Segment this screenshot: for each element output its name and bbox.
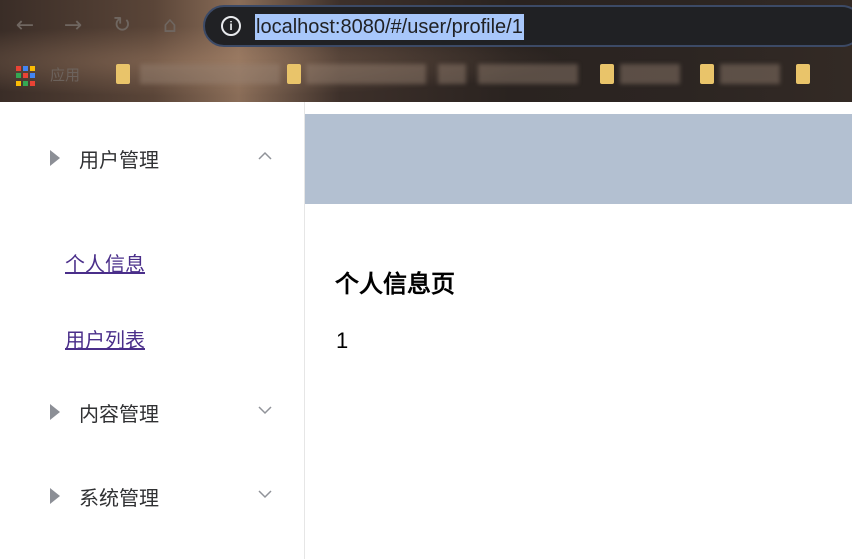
- menu-user-management[interactable]: 用户管理: [0, 130, 304, 186]
- bookmark-item[interactable]: [620, 64, 680, 84]
- main-header: [305, 114, 852, 204]
- bookmark-item[interactable]: [306, 64, 426, 84]
- apps-label[interactable]: 应用: [50, 64, 80, 85]
- menu-system-management[interactable]: 系统管理: [0, 468, 304, 524]
- chevron-down-icon: [258, 490, 272, 499]
- bookmark-item[interactable]: [478, 64, 578, 84]
- menu-label: 用户管理: [79, 148, 159, 172]
- bookmark-item[interactable]: [438, 64, 466, 84]
- chevron-down-icon: [258, 406, 272, 415]
- profile-id-value: 1: [336, 328, 349, 353]
- submenu-user-list[interactable]: 用户列表: [65, 324, 145, 353]
- bookmark-folder-icon[interactable]: [700, 64, 714, 84]
- bookmark-item[interactable]: [720, 64, 780, 84]
- bookmarks-bar: 应用: [0, 58, 852, 94]
- page-title: 个人信息页: [335, 270, 455, 298]
- home-icon[interactable]: ⌂: [156, 12, 184, 40]
- sidebar: 用户管理 个人信息 用户列表 内容管理 系统管理: [0, 102, 305, 559]
- submenu-personal-info[interactable]: 个人信息: [65, 248, 145, 277]
- apps-grid-icon[interactable]: [16, 66, 36, 86]
- menu-label: 内容管理: [79, 402, 159, 426]
- bookmark-item[interactable]: [140, 64, 280, 84]
- back-arrow-icon[interactable]: ←: [11, 12, 39, 40]
- url-text[interactable]: localhost:8080/#/user/profile/1: [255, 14, 524, 40]
- bookmark-folder-icon[interactable]: [287, 64, 301, 84]
- caret-right-icon: [50, 404, 60, 420]
- bookmark-folder-icon[interactable]: [116, 64, 130, 84]
- caret-right-icon: [50, 488, 60, 504]
- forward-arrow-icon[interactable]: →: [59, 12, 87, 40]
- menu-label: 系统管理: [79, 486, 159, 510]
- address-bar[interactable]: i localhost:8080/#/user/profile/1: [203, 5, 852, 47]
- chevron-up-icon: [258, 151, 272, 160]
- bookmark-folder-icon[interactable]: [796, 64, 810, 84]
- reload-icon[interactable]: ↻: [108, 12, 136, 40]
- info-icon[interactable]: i: [221, 16, 241, 36]
- browser-chrome: ← → ↻ ⌂ i localhost:8080/#/user/profile/…: [0, 0, 852, 102]
- menu-content-management[interactable]: 内容管理: [0, 384, 304, 440]
- bookmark-folder-icon[interactable]: [600, 64, 614, 84]
- caret-right-icon: [50, 150, 60, 166]
